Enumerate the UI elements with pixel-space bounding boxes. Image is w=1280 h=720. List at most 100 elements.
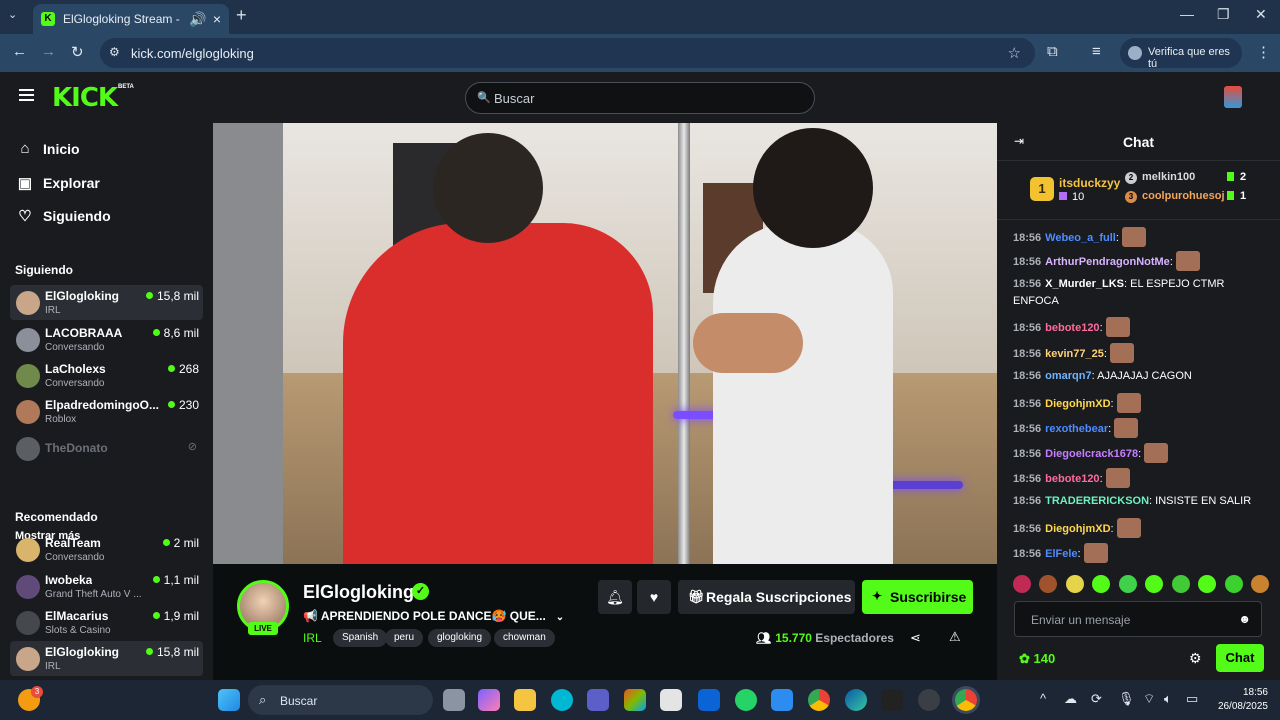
chat-username[interactable]: omarqn7: [1045, 370, 1091, 382]
chat-username[interactable]: X_Murder_LKS: [1045, 278, 1124, 290]
tab-audio-icon[interactable]: 🔊: [189, 11, 206, 28]
sidebar-channel-lacholexs[interactable]: LaCholexs Conversando 268: [10, 358, 203, 393]
chat-message[interactable]: 18:56 Diegoelcrack1678:: [1013, 443, 1265, 463]
microphone-icon[interactable]: 🎙︎: [1118, 691, 1135, 707]
user-avatar[interactable]: [1224, 86, 1242, 108]
store-icon[interactable]: [624, 689, 646, 711]
sidebar-channel-iwobeka[interactable]: Iwobeka Grand Theft Auto V ... 1,1 mil: [10, 569, 203, 604]
stream-tag[interactable]: glogloking: [428, 629, 492, 647]
chat-message[interactable]: 18:56 ArthurPendragonNotMe:: [1013, 251, 1265, 271]
emote-icon[interactable]: [1065, 575, 1084, 593]
battery-icon[interactable]: ▭: [1186, 691, 1198, 707]
chat-message[interactable]: 18:56 kevin77_25:: [1013, 343, 1265, 363]
chat-settings-gear-icon[interactable]: ⚙: [1189, 650, 1202, 667]
onedrive-icon[interactable]: ☁: [1064, 691, 1077, 707]
chat-message[interactable]: 18:56 bebote120:: [1013, 468, 1265, 488]
chat-username[interactable]: ElFele: [1045, 548, 1077, 560]
emote-icon[interactable]: [1250, 575, 1269, 593]
close-window-icon[interactable]: ✕: [1255, 6, 1267, 23]
sidebar-channel-elglogloking[interactable]: ElGlogloking IRL 15,8 mil: [10, 285, 203, 320]
emote-icon[interactable]: [1145, 575, 1164, 593]
whatsapp-icon[interactable]: [735, 689, 757, 711]
menu-icon[interactable]: [19, 89, 34, 101]
emote-icon[interactable]: [1013, 575, 1031, 593]
leaderboard-third-name[interactable]: coolpurohuesoj: [1142, 190, 1225, 202]
file-explorer-icon[interactable]: [514, 689, 536, 711]
chat-username[interactable]: bebote120: [1045, 473, 1099, 485]
stream-title[interactable]: 📢 APRENDIENDO POLE DANCE🥵 QUE... ⌄: [303, 609, 564, 623]
chat-message-input[interactable]: Enviar un mensaje ☻: [1014, 601, 1262, 637]
back-icon[interactable]: ←: [12, 43, 27, 60]
leaderboard-first-name[interactable]: itsduckzyy: [1059, 176, 1120, 190]
chat-message[interactable]: 18:56 X_Murder_LKS: EL ESPEJO CTMR ENFOCA: [1013, 276, 1265, 310]
emote-icon[interactable]: [1198, 575, 1217, 593]
bookmark-star-icon[interactable]: ☆: [1008, 44, 1021, 62]
video-player[interactable]: [213, 123, 997, 564]
channel-points[interactable]: ✿ 140: [1019, 651, 1055, 667]
new-tab-icon[interactable]: +: [236, 5, 247, 26]
stream-tag[interactable]: peru: [385, 629, 424, 647]
sidebar-channel-elmacarius[interactable]: ElMacarius Slots & Casino 1,9 mil: [10, 605, 203, 640]
chat-message[interactable]: 18:56 TRADERERICKSON: INSISTE EN SALIR: [1013, 493, 1265, 510]
sync-icon[interactable]: ⟳: [1091, 691, 1102, 707]
chat-message[interactable]: 18:56 DiegohjmXD:: [1013, 393, 1265, 413]
chevron-down-icon[interactable]: ⌄: [556, 612, 564, 623]
site-info-icon[interactable]: ⚙: [109, 45, 120, 59]
stream-tag[interactable]: Spanish: [333, 629, 388, 647]
nav-siguiendo[interactable]: ♡ Siguiendo: [16, 207, 110, 225]
follow-heart-button[interactable]: ♥: [637, 580, 671, 614]
notes-icon[interactable]: [771, 689, 793, 711]
chrome-active-icon[interactable]: [955, 689, 977, 711]
browser-menu-icon[interactable]: ⋮: [1256, 43, 1271, 61]
chat-message[interactable]: 18:56 ElFele:: [1013, 543, 1265, 563]
sidebar-channel-elglogloking-rec[interactable]: ElGlogloking IRL 15,8 mil: [10, 641, 203, 676]
emote-icon[interactable]: [1039, 575, 1058, 593]
emote-icon[interactable]: [1171, 575, 1190, 593]
task-view-icon[interactable]: [443, 689, 465, 711]
chat-message[interactable]: 18:56 rexothebear:: [1013, 418, 1265, 438]
nav-explorar[interactable]: ▣ Explorar: [16, 174, 100, 192]
search-input[interactable]: 🔍 Buscar: [465, 82, 815, 114]
terminal-icon[interactable]: [881, 689, 903, 711]
chrome-icon[interactable]: [808, 689, 830, 711]
tray-overflow-icon[interactable]: ^: [1040, 691, 1046, 706]
chat-message[interactable]: 18:56 bebote120:: [1013, 317, 1265, 337]
stream-tag[interactable]: chowman: [494, 629, 555, 647]
volume-icon[interactable]: 🔈︎: [1164, 691, 1172, 707]
reload-icon[interactable]: ↻: [71, 43, 84, 61]
tab-search-dropdown-icon[interactable]: ⌄: [8, 8, 17, 21]
subscribe-button[interactable]: ✦ Suscribirse: [862, 580, 973, 614]
edge-icon[interactable]: [845, 689, 867, 711]
tab-close-icon[interactable]: ×: [213, 11, 221, 27]
streamer-name[interactable]: ElGlogloking: [303, 582, 414, 603]
copilot-icon[interactable]: [478, 689, 500, 711]
outlook-icon[interactable]: [698, 689, 720, 711]
emote-icon[interactable]: [1092, 575, 1111, 593]
report-warning-icon[interactable]: ⚠: [949, 629, 961, 645]
verify-button[interactable]: Verifica que eres tú: [1120, 38, 1242, 70]
sidebar-channel-realteam[interactable]: RealTeam Conversando 2 mil: [10, 532, 203, 567]
chat-message[interactable]: 18:56 omarqn7: AJAJAJAJ CAGON: [1013, 368, 1265, 385]
extensions-icon[interactable]: ⧉: [1047, 43, 1058, 60]
forward-icon[interactable]: →: [41, 43, 56, 60]
leaderboard-second-name[interactable]: melkin100: [1142, 171, 1195, 183]
chat-username[interactable]: TRADERERICKSON: [1045, 495, 1149, 507]
send-chat-button[interactable]: Chat: [1216, 644, 1264, 672]
sidebar-channel-elpadredomingo[interactable]: ElpadredomingoO... Roblox 230: [10, 394, 203, 429]
nav-inicio[interactable]: ⌂ Inicio: [16, 140, 79, 157]
chat-username[interactable]: DiegohjmXD: [1045, 398, 1110, 410]
share-icon[interactable]: ⋖: [910, 630, 921, 646]
chat-message[interactable]: 18:56 Webeo_a_full:: [1013, 227, 1265, 247]
cortana-icon[interactable]: [551, 689, 573, 711]
chat-username[interactable]: Webeo_a_full: [1045, 232, 1116, 244]
browser-tab[interactable]: K ElGlogloking Stream - Watch 🔊 ×: [33, 4, 229, 34]
minimize-icon[interactable]: —: [1180, 6, 1194, 22]
sidebar-channel-thedonato[interactable]: TheDonato ⊘: [10, 431, 203, 466]
chat-username[interactable]: rexothebear: [1045, 423, 1108, 435]
emote-icon[interactable]: [1224, 575, 1243, 593]
stream-category-link[interactable]: IRL: [303, 631, 322, 645]
system-clock[interactable]: 18:56 26/08/2025: [1210, 686, 1268, 714]
maximize-icon[interactable]: ❐: [1217, 6, 1230, 23]
chat-username[interactable]: Diegoelcrack1678: [1045, 448, 1138, 460]
notification-bell-button[interactable]: 🔔︎: [598, 580, 632, 614]
